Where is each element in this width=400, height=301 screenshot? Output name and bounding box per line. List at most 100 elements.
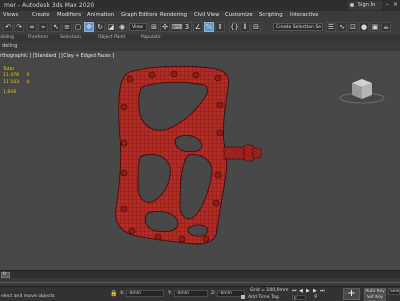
keyboard-shortcut-button[interactable]: ⌨ bbox=[171, 22, 183, 32]
percent-snap-button[interactable]: % bbox=[204, 22, 214, 32]
current-frame-input[interactable]: 0 bbox=[292, 295, 306, 300]
manipulate-icon: ✣ bbox=[162, 23, 168, 31]
keyboard-icon: ⌨ bbox=[172, 23, 183, 31]
list-icon: ≡ bbox=[64, 23, 70, 31]
mirror-icon: ⫴ bbox=[243, 23, 247, 31]
status-bar: elect and move objects 🔒 X: -0mm Y: -0mm… bbox=[0, 286, 400, 301]
place-icon: ◉ bbox=[118, 23, 126, 31]
y-label: Y: bbox=[168, 291, 172, 296]
region-icon: ▢ bbox=[74, 23, 82, 31]
spinner-icon: ⇕ bbox=[217, 23, 223, 31]
x-coordinate-field[interactable]: -0mm bbox=[126, 290, 164, 297]
curve-editor-button[interactable]: ∿ bbox=[337, 22, 347, 32]
menu-rendering[interactable]: Rendering bbox=[160, 12, 187, 18]
window-title: mer - Autodesk 3ds Max 2020 bbox=[4, 2, 95, 9]
curve-icon: ∿ bbox=[339, 23, 345, 31]
track-bar-ruler bbox=[0, 282, 400, 283]
place-button[interactable]: ◉ bbox=[117, 22, 127, 32]
schematic-view-button[interactable]: ⊡ bbox=[348, 22, 358, 32]
move-icon: ✥ bbox=[86, 23, 92, 31]
snap-icon: 3 bbox=[184, 23, 190, 31]
render-setup-button[interactable]: ▣ bbox=[370, 22, 380, 32]
stats-verts-selected: 0 bbox=[26, 79, 30, 85]
menu-animation[interactable]: Animation bbox=[87, 12, 114, 18]
layers-icon: ☰ bbox=[327, 23, 335, 31]
select-and-move-button[interactable]: ✥ bbox=[84, 22, 94, 32]
viewport-label[interactable]: rthographic ] [Standard ] [Clay + Edged … bbox=[0, 54, 114, 59]
minimize-icon[interactable]: – bbox=[386, 1, 390, 9]
link-button[interactable]: ∞ bbox=[27, 22, 37, 32]
align-button[interactable]: ⊟ bbox=[251, 22, 261, 32]
menu-interactive[interactable]: Interactive bbox=[290, 12, 319, 18]
previous-frame-icon[interactable]: ◀ bbox=[299, 288, 303, 294]
reference-coordinate-dropdown[interactable]: View bbox=[129, 23, 147, 31]
rotate-icon: ↻ bbox=[97, 23, 103, 31]
viewcube[interactable] bbox=[338, 75, 386, 105]
select-object-button[interactable]: ↖ bbox=[51, 22, 61, 32]
named-selection-icon: {} bbox=[230, 23, 239, 31]
undo-icon: ↶ bbox=[5, 23, 11, 31]
snap-toggle-button[interactable]: 3 bbox=[182, 22, 192, 32]
menu-create[interactable]: Create bbox=[32, 12, 50, 18]
menu-graph-editors[interactable]: Graph Editors bbox=[121, 12, 157, 18]
add-time-tag[interactable]: Add Time Tag bbox=[248, 295, 279, 300]
stats-row: 11 503 0 bbox=[3, 80, 29, 86]
close-icon[interactable]: × bbox=[393, 1, 398, 9]
grid-size: Grid = 100,0mm bbox=[250, 288, 289, 293]
select-and-rotate-button[interactable]: ↻ bbox=[95, 22, 105, 32]
stats-fps: 1,848 bbox=[3, 90, 17, 96]
menu-views[interactable]: Views bbox=[3, 12, 18, 18]
select-by-name-button[interactable]: ≡ bbox=[62, 22, 72, 32]
x-label: X: bbox=[120, 291, 125, 296]
time-tag-icon[interactable] bbox=[241, 295, 245, 299]
pedal-model[interactable] bbox=[108, 63, 278, 248]
material-editor-button[interactable]: ● bbox=[359, 22, 369, 32]
add-key-button[interactable]: + bbox=[343, 288, 360, 300]
pivot-button[interactable]: ⊞ bbox=[149, 22, 159, 32]
go-to-start-icon[interactable]: ⏮ bbox=[292, 288, 297, 294]
frame-indicator: 0 bbox=[3, 272, 6, 277]
edit-named-selection-button[interactable]: {} bbox=[229, 22, 239, 32]
selected-dropdown[interactable]: Selected bbox=[388, 288, 400, 295]
scale-icon: ◪ bbox=[107, 23, 115, 31]
manipulate-button[interactable]: ✣ bbox=[160, 22, 170, 32]
select-and-scale-button[interactable]: ◪ bbox=[106, 22, 116, 32]
key-filter-icon[interactable]: ⚲ bbox=[314, 294, 318, 300]
menu-customize[interactable]: Customize bbox=[225, 12, 253, 18]
viewport[interactable]: rthographic ] [Standard ] [Clay + Edged … bbox=[0, 51, 400, 270]
play-icon[interactable]: ▶ bbox=[306, 288, 310, 294]
undo-button[interactable]: ↶ bbox=[3, 22, 13, 32]
title-bar: mer - Autodesk 3ds Max 2020 Sign In – × bbox=[0, 0, 400, 11]
menu-civil-view[interactable]: Civil View bbox=[194, 12, 220, 18]
track-bar[interactable] bbox=[0, 278, 400, 286]
plus-icon: + bbox=[347, 288, 356, 299]
region-select-button[interactable]: ▢ bbox=[73, 22, 83, 32]
menu-modifiers[interactable]: Modifiers bbox=[57, 12, 81, 18]
playback-controls: ⏮ ◀ ▶ ▶ ⏭ 0 ⚲ bbox=[292, 288, 332, 300]
unlink-button[interactable]: ⌁ bbox=[38, 22, 48, 32]
z-label: Z: bbox=[211, 291, 216, 296]
menu-scripting[interactable]: Scripting bbox=[259, 12, 283, 18]
lock-icon[interactable]: 🔒 bbox=[110, 291, 117, 297]
layer-explorer-button[interactable]: ☰ bbox=[326, 22, 336, 32]
schematic-icon: ⊡ bbox=[350, 23, 356, 31]
pivot-icon: ⊞ bbox=[151, 23, 157, 31]
go-to-end-icon[interactable]: ⏭ bbox=[320, 288, 325, 294]
redo-button[interactable]: ↷ bbox=[14, 22, 24, 32]
y-coordinate-field[interactable]: -0mm bbox=[174, 290, 208, 297]
angle-snap-button[interactable]: ∠ bbox=[193, 22, 203, 32]
percent-icon: % bbox=[205, 23, 213, 31]
angle-snap-icon: ∠ bbox=[194, 23, 202, 31]
pedal-axle[interactable] bbox=[223, 144, 262, 162]
user-icon bbox=[350, 2, 354, 7]
sign-in-button[interactable]: Sign In bbox=[348, 1, 382, 10]
render-button[interactable]: ☕ bbox=[381, 22, 391, 32]
stats-verts: 11 503 bbox=[3, 79, 20, 85]
status-prompt: elect and move objects bbox=[1, 294, 55, 299]
redo-icon: ↷ bbox=[16, 23, 22, 31]
named-selection-sets-dropdown[interactable]: Create Selection Se bbox=[273, 23, 323, 31]
mirror-button[interactable]: ⫴ bbox=[240, 22, 250, 32]
unlink-icon: ⌁ bbox=[40, 23, 46, 31]
spinner-snap-button[interactable]: ⇕ bbox=[215, 22, 225, 32]
ribbon-mode-indicator: deling bbox=[2, 43, 18, 49]
